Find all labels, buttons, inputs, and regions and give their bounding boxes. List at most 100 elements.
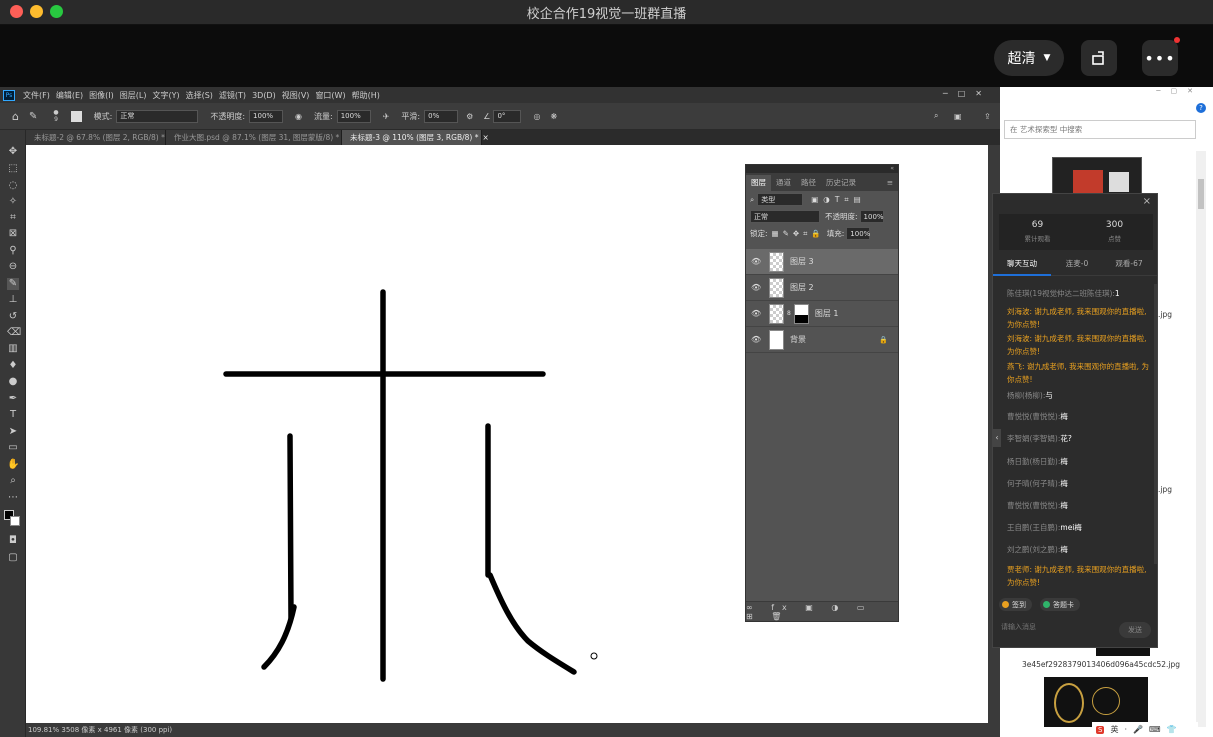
zoom-tool-icon[interactable]: ⌕ bbox=[7, 475, 19, 487]
flow-input[interactable]: 100% bbox=[336, 109, 371, 123]
menu-select[interactable]: 选择(S) bbox=[186, 90, 213, 101]
layer-row[interactable]: 👁 图层 3 bbox=[746, 249, 898, 275]
home-icon[interactable]: ⌂ bbox=[12, 110, 19, 123]
lasso-tool-icon[interactable]: ◌ bbox=[7, 180, 19, 192]
eye-icon[interactable]: 👁 bbox=[751, 257, 763, 266]
more-button[interactable]: ••• bbox=[1142, 40, 1178, 76]
menu-file[interactable]: 文件(F) bbox=[23, 90, 50, 101]
history-brush-tool-icon[interactable]: ↺ bbox=[7, 311, 19, 323]
stamp-tool-icon[interactable]: ⊥ bbox=[7, 294, 19, 306]
menu-help[interactable]: 帮助(H) bbox=[352, 90, 380, 101]
opacity-input[interactable]: 100% bbox=[249, 109, 284, 123]
blur-tool-icon[interactable]: ♦ bbox=[7, 360, 19, 372]
browser-scrollbar[interactable] bbox=[1196, 151, 1206, 727]
menu-3d[interactable]: 3D(D) bbox=[252, 91, 276, 100]
layer-row[interactable]: 👁 图层 2 bbox=[746, 275, 898, 301]
brush-preset-picker[interactable]: ● 9 bbox=[53, 109, 58, 123]
eye-icon[interactable]: 👁 bbox=[751, 309, 763, 318]
panel-collapse-icon[interactable]: « bbox=[746, 165, 898, 173]
magic-wand-tool-icon[interactable]: ✧ bbox=[7, 196, 19, 208]
send-button[interactable]: 发送 bbox=[1119, 622, 1151, 638]
menu-type[interactable]: 文字(Y) bbox=[152, 90, 179, 101]
menu-edit[interactable]: 编辑(E) bbox=[56, 90, 83, 101]
tab-history[interactable]: 历史记录 bbox=[821, 175, 861, 191]
layer-actions[interactable]: ∞ fx ▣ ◑ ▭ ⊞ 🗑 bbox=[746, 601, 898, 621]
menu-window[interactable]: 窗口(W) bbox=[315, 90, 345, 101]
pen-tool-icon[interactable]: ✒ bbox=[7, 393, 19, 405]
brush-tool-icon[interactable]: ✎ bbox=[7, 278, 19, 290]
brush-settings-icon[interactable] bbox=[70, 110, 82, 122]
dodge-tool-icon[interactable]: ● bbox=[7, 376, 19, 388]
file-name[interactable]: .jpg bbox=[1158, 485, 1172, 494]
search-icon[interactable]: ⌕ bbox=[934, 111, 938, 121]
message-input[interactable]: 请输入消息 bbox=[1001, 622, 1036, 632]
layer-mask-thumbnail[interactable] bbox=[793, 303, 809, 324]
ime-toolbar[interactable]: S 英 · 🎤 ⌨ 👕 bbox=[1092, 722, 1198, 737]
frame-tool-icon[interactable]: ⊠ bbox=[7, 228, 19, 240]
tab-document-1[interactable]: 未标题-2 @ 67.8% (图层 2, RGB/8) *× bbox=[26, 130, 175, 145]
tab-paths[interactable]: 路径 bbox=[796, 175, 821, 191]
window-controls[interactable]: ─□✕ bbox=[943, 89, 992, 98]
layer-row[interactable]: 👁 8 图层 1 bbox=[746, 301, 898, 327]
menu-image[interactable]: 图像(I) bbox=[89, 90, 114, 101]
thumbnail-image[interactable] bbox=[1044, 677, 1148, 727]
blend-mode-select[interactable]: 正常 bbox=[750, 210, 820, 223]
lock-icons[interactable]: ▦✎✥⌗🔒 bbox=[772, 229, 825, 239]
eyedropper-tool-icon[interactable]: ⚲ bbox=[7, 245, 19, 257]
move-tool-icon[interactable]: ✥ bbox=[7, 146, 19, 158]
type-tool-icon[interactable]: T bbox=[7, 409, 19, 421]
crop-tool-icon[interactable]: ⌗ bbox=[7, 212, 19, 224]
workspace-icon[interactable]: ▣ bbox=[954, 112, 962, 121]
tab-channels[interactable]: 通道 bbox=[771, 175, 796, 191]
tab-viewers[interactable]: 观看-67 bbox=[1103, 258, 1155, 275]
menu-view[interactable]: 视图(V) bbox=[282, 90, 310, 101]
menu-layer[interactable]: 图层(L) bbox=[120, 90, 147, 101]
fill-input[interactable]: 100% bbox=[846, 227, 870, 240]
shape-tool-icon[interactable]: ▭ bbox=[7, 442, 19, 454]
layer-filter-select[interactable]: 类型 bbox=[757, 193, 804, 206]
gear-icon[interactable]: ⚙ bbox=[466, 112, 473, 121]
airbrush-icon[interactable]: ✈ bbox=[383, 112, 390, 121]
tab-layers[interactable]: 图层 bbox=[746, 175, 771, 191]
tab-chat[interactable]: 聊天互动 bbox=[993, 258, 1051, 276]
eye-icon[interactable]: 👁 bbox=[751, 335, 763, 344]
tab-mic[interactable]: 连麦-0 bbox=[1051, 258, 1103, 275]
file-name[interactable]: 3e45ef2928379013406d096a45cdc52.jpg bbox=[1022, 660, 1180, 669]
menu-filter[interactable]: 滤镜(T) bbox=[219, 90, 246, 101]
collapse-chevron-icon[interactable]: ‹ bbox=[993, 429, 1001, 447]
search-input[interactable]: 在 艺术探索型 中搜索 bbox=[1004, 120, 1196, 139]
tab-document-3[interactable]: 未标题-3 @ 110% (图层 3, RGB/8) * × bbox=[342, 130, 489, 145]
panel-menu-icon[interactable]: ≡ bbox=[882, 175, 898, 191]
path-select-tool-icon[interactable]: ➤ bbox=[7, 426, 19, 438]
file-name[interactable]: .jpg bbox=[1158, 310, 1172, 319]
browser-window-controls[interactable]: ─▢✕ bbox=[1000, 87, 1213, 101]
layer-opacity-input[interactable]: 100% bbox=[859, 210, 884, 223]
eye-icon[interactable]: 👁 bbox=[751, 283, 763, 292]
rotate-button[interactable] bbox=[1081, 40, 1117, 76]
checkin-button[interactable]: 签到 bbox=[999, 598, 1032, 611]
quality-selector[interactable]: 超清 ▼ bbox=[994, 40, 1064, 76]
pressure-size-icon[interactable]: ◎ bbox=[533, 112, 540, 121]
filter-icons[interactable]: ▣◑T⌗▤ bbox=[811, 195, 866, 205]
hand-tool-icon[interactable]: ✋ bbox=[7, 459, 19, 471]
help-icon[interactable]: ? bbox=[1196, 103, 1206, 113]
healing-tool-icon[interactable]: ⊖ bbox=[7, 261, 19, 273]
gradient-tool-icon[interactable]: ▥ bbox=[7, 343, 19, 355]
smoothing-input[interactable]: 0% bbox=[424, 109, 459, 123]
answer-card-button[interactable]: 答题卡 bbox=[1040, 598, 1080, 611]
eraser-tool-icon[interactable]: ⌫ bbox=[7, 327, 21, 339]
tab-document-2[interactable]: 作业大图.psd @ 87.1% (图层 31, 图层蒙版/8) *× bbox=[166, 130, 350, 145]
pressure-opacity-icon[interactable]: ◉ bbox=[295, 112, 302, 121]
layer-row[interactable]: 👁 背景 🔒 bbox=[746, 327, 898, 353]
more-tools-icon[interactable]: ⋯ bbox=[7, 492, 19, 504]
background-color-swatch[interactable] bbox=[10, 516, 20, 526]
close-tab-icon[interactable]: × bbox=[482, 133, 488, 142]
screen-mode-icon[interactable]: ▢ bbox=[7, 552, 19, 564]
brush-tool-icon[interactable]: ✎ bbox=[29, 111, 37, 122]
quick-mask-icon[interactable]: ◘ bbox=[7, 535, 19, 547]
close-icon[interactable]: × bbox=[1143, 196, 1151, 207]
symmetry-icon[interactable]: ❋ bbox=[550, 112, 557, 121]
marquee-tool-icon[interactable]: ⬚ bbox=[7, 163, 19, 175]
mode-select[interactable]: 正常 bbox=[116, 109, 199, 123]
angle-input[interactable]: 0° bbox=[493, 109, 522, 123]
